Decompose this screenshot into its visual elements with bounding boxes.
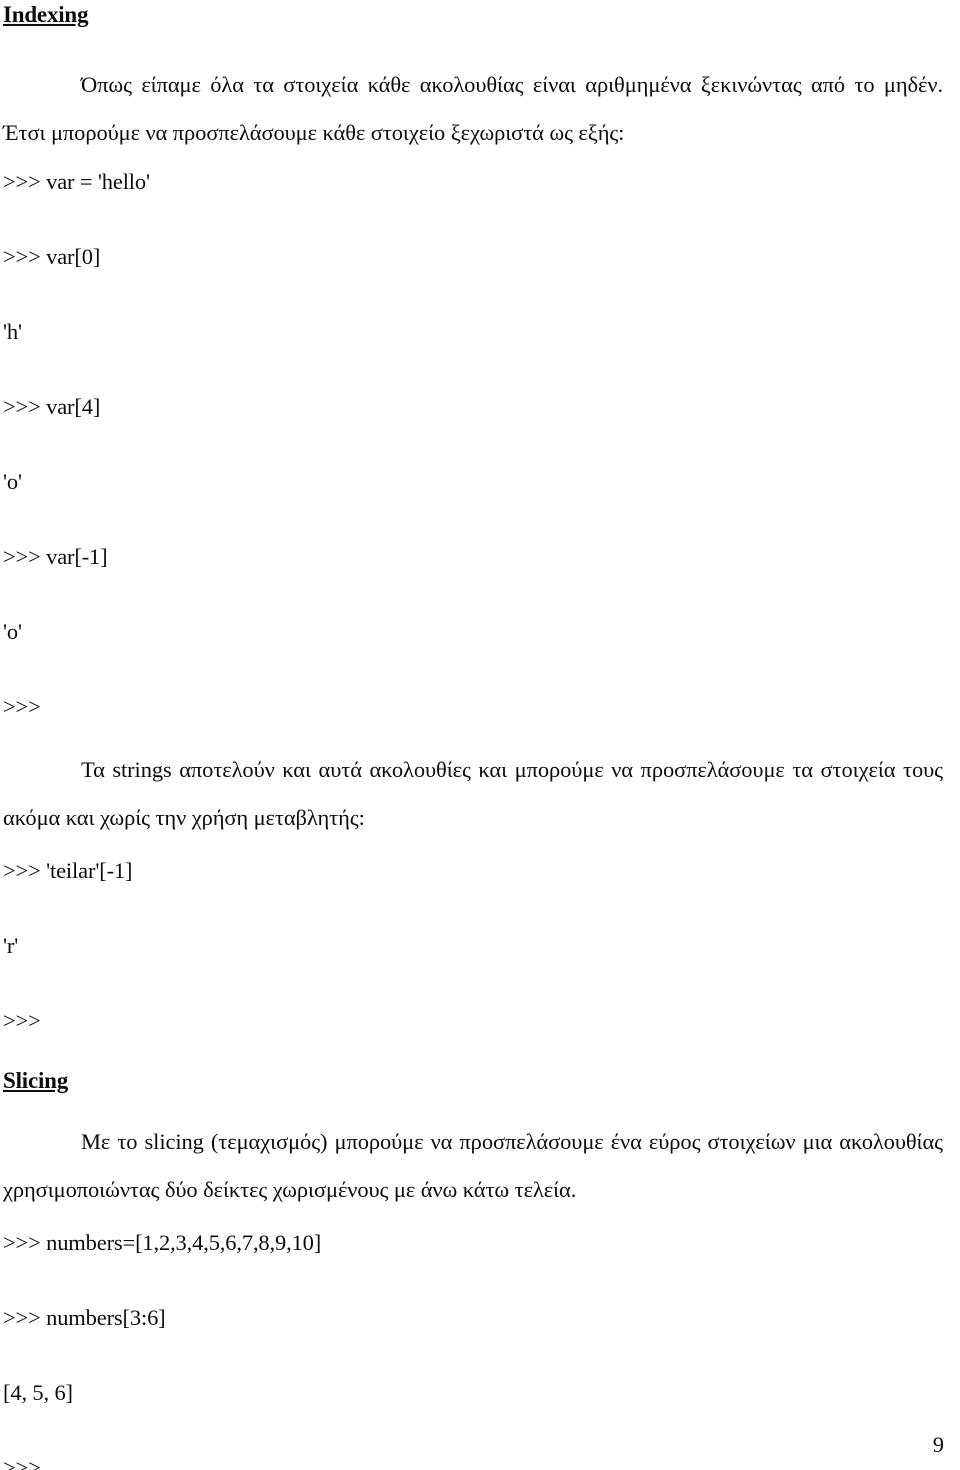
code-line: >>> var[-1] <box>3 544 108 569</box>
section-heading-indexing: Indexing <box>3 2 89 27</box>
code-output-line: 'h' <box>3 319 22 344</box>
code-line: >>> var[0] <box>3 244 101 269</box>
code-output-line: 'o' <box>3 619 22 644</box>
section-heading-slicing: Slicing <box>3 1068 69 1093</box>
code-output-line: [4, 5, 6] <box>3 1380 73 1405</box>
indexing-strings-paragraph: Τα strings αποτελούν και αυτά ακολουθίες… <box>3 757 943 830</box>
slicing-intro-paragraph: Με το slicing (τεμαχισμός) μπορούμε να π… <box>3 1129 943 1202</box>
code-prompt-line: >>> <box>3 694 41 719</box>
code-line: >>> var = 'hello' <box>3 169 150 194</box>
code-line: >>> 'teilar'[-1] <box>3 858 133 883</box>
code-output-line: 'o' <box>3 469 22 494</box>
code-line: >>> numbers[3:6] <box>3 1305 166 1330</box>
page-number: 9 <box>932 1432 944 1457</box>
code-output-line: 'r' <box>3 933 19 958</box>
code-line: >>> numbers=[1,2,3,4,5,6,7,8,9,10] <box>3 1230 322 1255</box>
document-page: Indexing Όπως είπαμε όλα τα στοιχεία κάθ… <box>0 0 960 1470</box>
indexing-intro-paragraph: Όπως είπαμε όλα τα στοιχεία κάθε ακολουθ… <box>3 72 943 145</box>
code-prompt-line: >>> <box>3 1008 41 1033</box>
code-line: >>> var[4] <box>3 394 101 419</box>
page-content: Indexing Όπως είπαμε όλα τα στοιχεία κάθ… <box>3 0 943 1470</box>
code-prompt-line: >>> <box>3 1455 41 1470</box>
